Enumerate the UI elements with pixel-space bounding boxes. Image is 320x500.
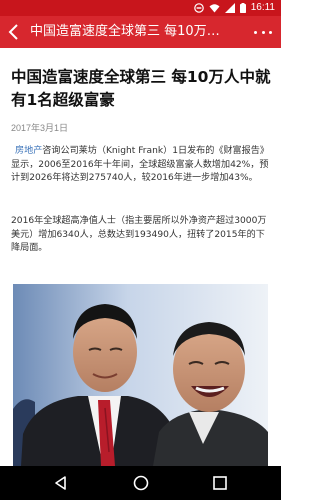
signal-icon <box>224 3 235 13</box>
back-arrow-icon[interactable] <box>5 22 23 42</box>
article-paragraph-2: 2016年全球超高净值人士（指主要居所以外净资产超过3000万美元）增加6340… <box>11 216 267 254</box>
nav-home-icon[interactable] <box>132 474 150 492</box>
app-bar: 中国造富速度全球第三 每10万人... <box>0 16 281 48</box>
nav-back-icon[interactable] <box>52 474 70 492</box>
status-bar: 16:11 <box>0 0 281 16</box>
article-paragraph-1: 房地产咨询公司莱坊（Knight Frank）1日发布的《财富报告》显示，200… <box>11 145 273 186</box>
article-headline: 中国造富速度全球第三 每10万人中就有1名超级富豪 <box>11 68 271 109</box>
status-time: 16:11 <box>250 2 275 13</box>
paragraph-1-text: 咨询公司莱坊（Knight Frank）1日发布的《财富报告》显示，2006至2… <box>11 146 269 184</box>
status-icons: 16:11 <box>193 2 275 14</box>
do-not-disturb-icon <box>193 3 204 13</box>
article-photo <box>13 284 268 466</box>
wifi-icon <box>209 4 220 13</box>
app-bar-title: 中国造富速度全球第三 每10万人... <box>30 24 230 39</box>
system-nav-bar <box>0 466 281 500</box>
category-link[interactable]: 房地产 <box>15 146 42 156</box>
more-icon[interactable] <box>254 28 272 36</box>
article-date: 2017年3月1日 <box>11 123 69 133</box>
nav-recents-icon[interactable] <box>211 474 229 492</box>
article-content[interactable]: 中国造富速度全球第三 每10万人中就有1名超级富豪 2017年3月1日 房地产咨… <box>0 48 281 466</box>
battery-icon <box>239 3 246 13</box>
